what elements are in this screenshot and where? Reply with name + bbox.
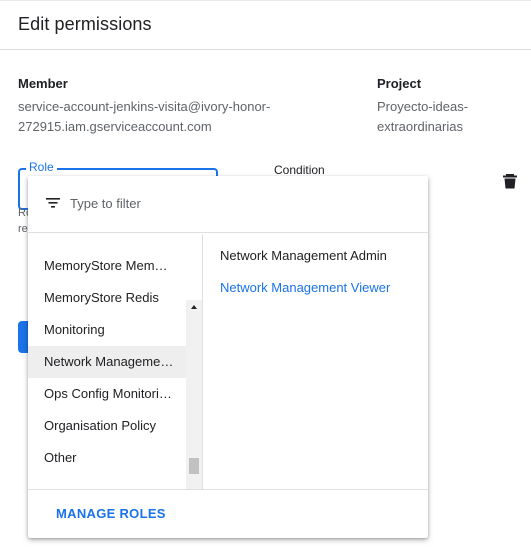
category-item-other[interactable]: Other xyxy=(28,442,186,474)
filter-icon xyxy=(45,196,61,210)
project-value-line2: extraordinarias xyxy=(377,119,463,134)
trash-icon[interactable] xyxy=(501,172,519,190)
dialog-header: Edit permissions xyxy=(0,0,531,50)
role-option-network-management-viewer[interactable]: Network Management Viewer xyxy=(220,272,390,304)
category-scrollbar[interactable] xyxy=(186,300,202,490)
manage-roles-button[interactable]: MANAGE ROLES xyxy=(48,501,174,527)
category-item-network-management[interactable]: Network Manageme… xyxy=(28,346,186,378)
category-item-memorystore-memcache[interactable]: MemoryStore Mem… xyxy=(28,250,186,282)
filter-row xyxy=(28,176,428,233)
category-item-ops-config-monitoring[interactable]: Ops Config Monitori… xyxy=(28,378,186,410)
scroll-up-arrow-icon[interactable] xyxy=(186,300,202,314)
project-value-line1: Proyecto-ideas- xyxy=(377,99,469,114)
member-value-line1: service-account-jenkins-visita@ivory-hon… xyxy=(18,99,271,114)
dialog-title: Edit permissions xyxy=(18,14,152,34)
project-label: Project xyxy=(377,76,422,91)
filter-input[interactable] xyxy=(70,193,370,213)
role-dropdown-menu: MemoryStore Mem… MemoryStore Redis Monit… xyxy=(28,176,428,538)
role-label: Role xyxy=(26,160,57,174)
category-item-memorystore-redis[interactable]: MemoryStore Redis xyxy=(28,282,186,314)
member-label: Member xyxy=(18,76,68,91)
member-value-line2: 272915.iam.gserviceaccount.com xyxy=(18,119,212,134)
scrollbar-thumb[interactable] xyxy=(189,458,199,474)
role-option-network-management-admin[interactable]: Network Management Admin xyxy=(220,240,387,272)
category-item-monitoring[interactable]: Monitoring xyxy=(28,314,186,346)
dropdown-footer: MANAGE ROLES xyxy=(28,489,428,538)
role-category-list: MemoryStore Mem… MemoryStore Redis Monit… xyxy=(28,234,203,490)
category-item-organisation-policy[interactable]: Organisation Policy xyxy=(28,410,186,442)
condition-label: Condition xyxy=(274,163,325,177)
